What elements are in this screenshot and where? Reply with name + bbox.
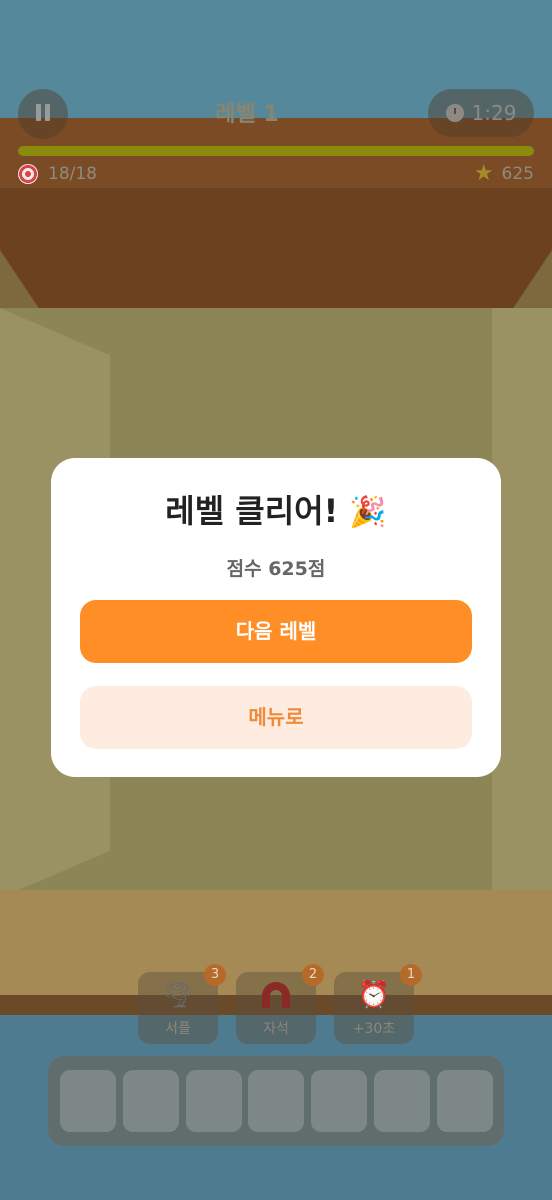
booster-label: 서플 [165,1021,191,1037]
final-score: 점수 625점 [226,558,326,580]
timer: 1:29 [428,89,534,137]
clock-icon [445,104,464,122]
pause-button[interactable] [18,89,68,139]
booster-shuffle[interactable]: 🌪 서플 3 [138,964,226,1044]
star-icon: ★ [473,161,494,186]
booster-count-badge: 3 [204,964,226,986]
tray-slot [374,1070,430,1132]
target-counter: 18/18 [18,164,97,184]
level-progress-bar [18,146,534,156]
dialog-title: 레벨 클리어! 🎉 [51,486,501,532]
party-popper-icon: 🎉 [349,495,387,530]
target-icon [18,164,38,184]
booster-bar: 🌪 서플 3 자석 2 ⏰ +30초 1 [138,964,422,1044]
dialog-title-text: 레벨 클리어! [165,492,339,530]
tray-slot [437,1070,493,1132]
tray-slot [311,1070,367,1132]
pause-icon [34,103,52,125]
tray-slot [123,1070,179,1132]
score-counter: ★ 625 [473,161,534,186]
timer-value: 1:29 [471,101,517,125]
booster-add-time[interactable]: ⏰ +30초 1 [334,964,422,1044]
menu-button[interactable]: 메뉴로 [80,686,472,749]
level-clear-dialog: 레벨 클리어! 🎉 점수 625점 다음 레벨 메뉴로 [51,458,501,777]
booster-count-badge: 2 [302,964,324,986]
booster-label: +30초 [352,1021,396,1037]
tray-slot [60,1070,116,1132]
tray-slot [248,1070,304,1132]
tray-slot [186,1070,242,1132]
target-count: 18/18 [48,164,97,184]
progress-fill [18,146,534,156]
level-title: 레벨 1 [215,102,279,127]
next-level-button[interactable]: 다음 레벨 [80,600,472,663]
magnet-icon [236,980,316,1013]
alarm-clock-icon: ⏰ [357,980,391,1010]
score-value: 625 [501,164,534,184]
booster-count-badge: 1 [400,964,422,986]
booster-magnet[interactable]: 자석 2 [236,964,324,1044]
tornado-icon: 🌪 [161,980,195,1010]
booster-label: 자석 [263,1021,289,1037]
tile-tray [48,1056,504,1146]
